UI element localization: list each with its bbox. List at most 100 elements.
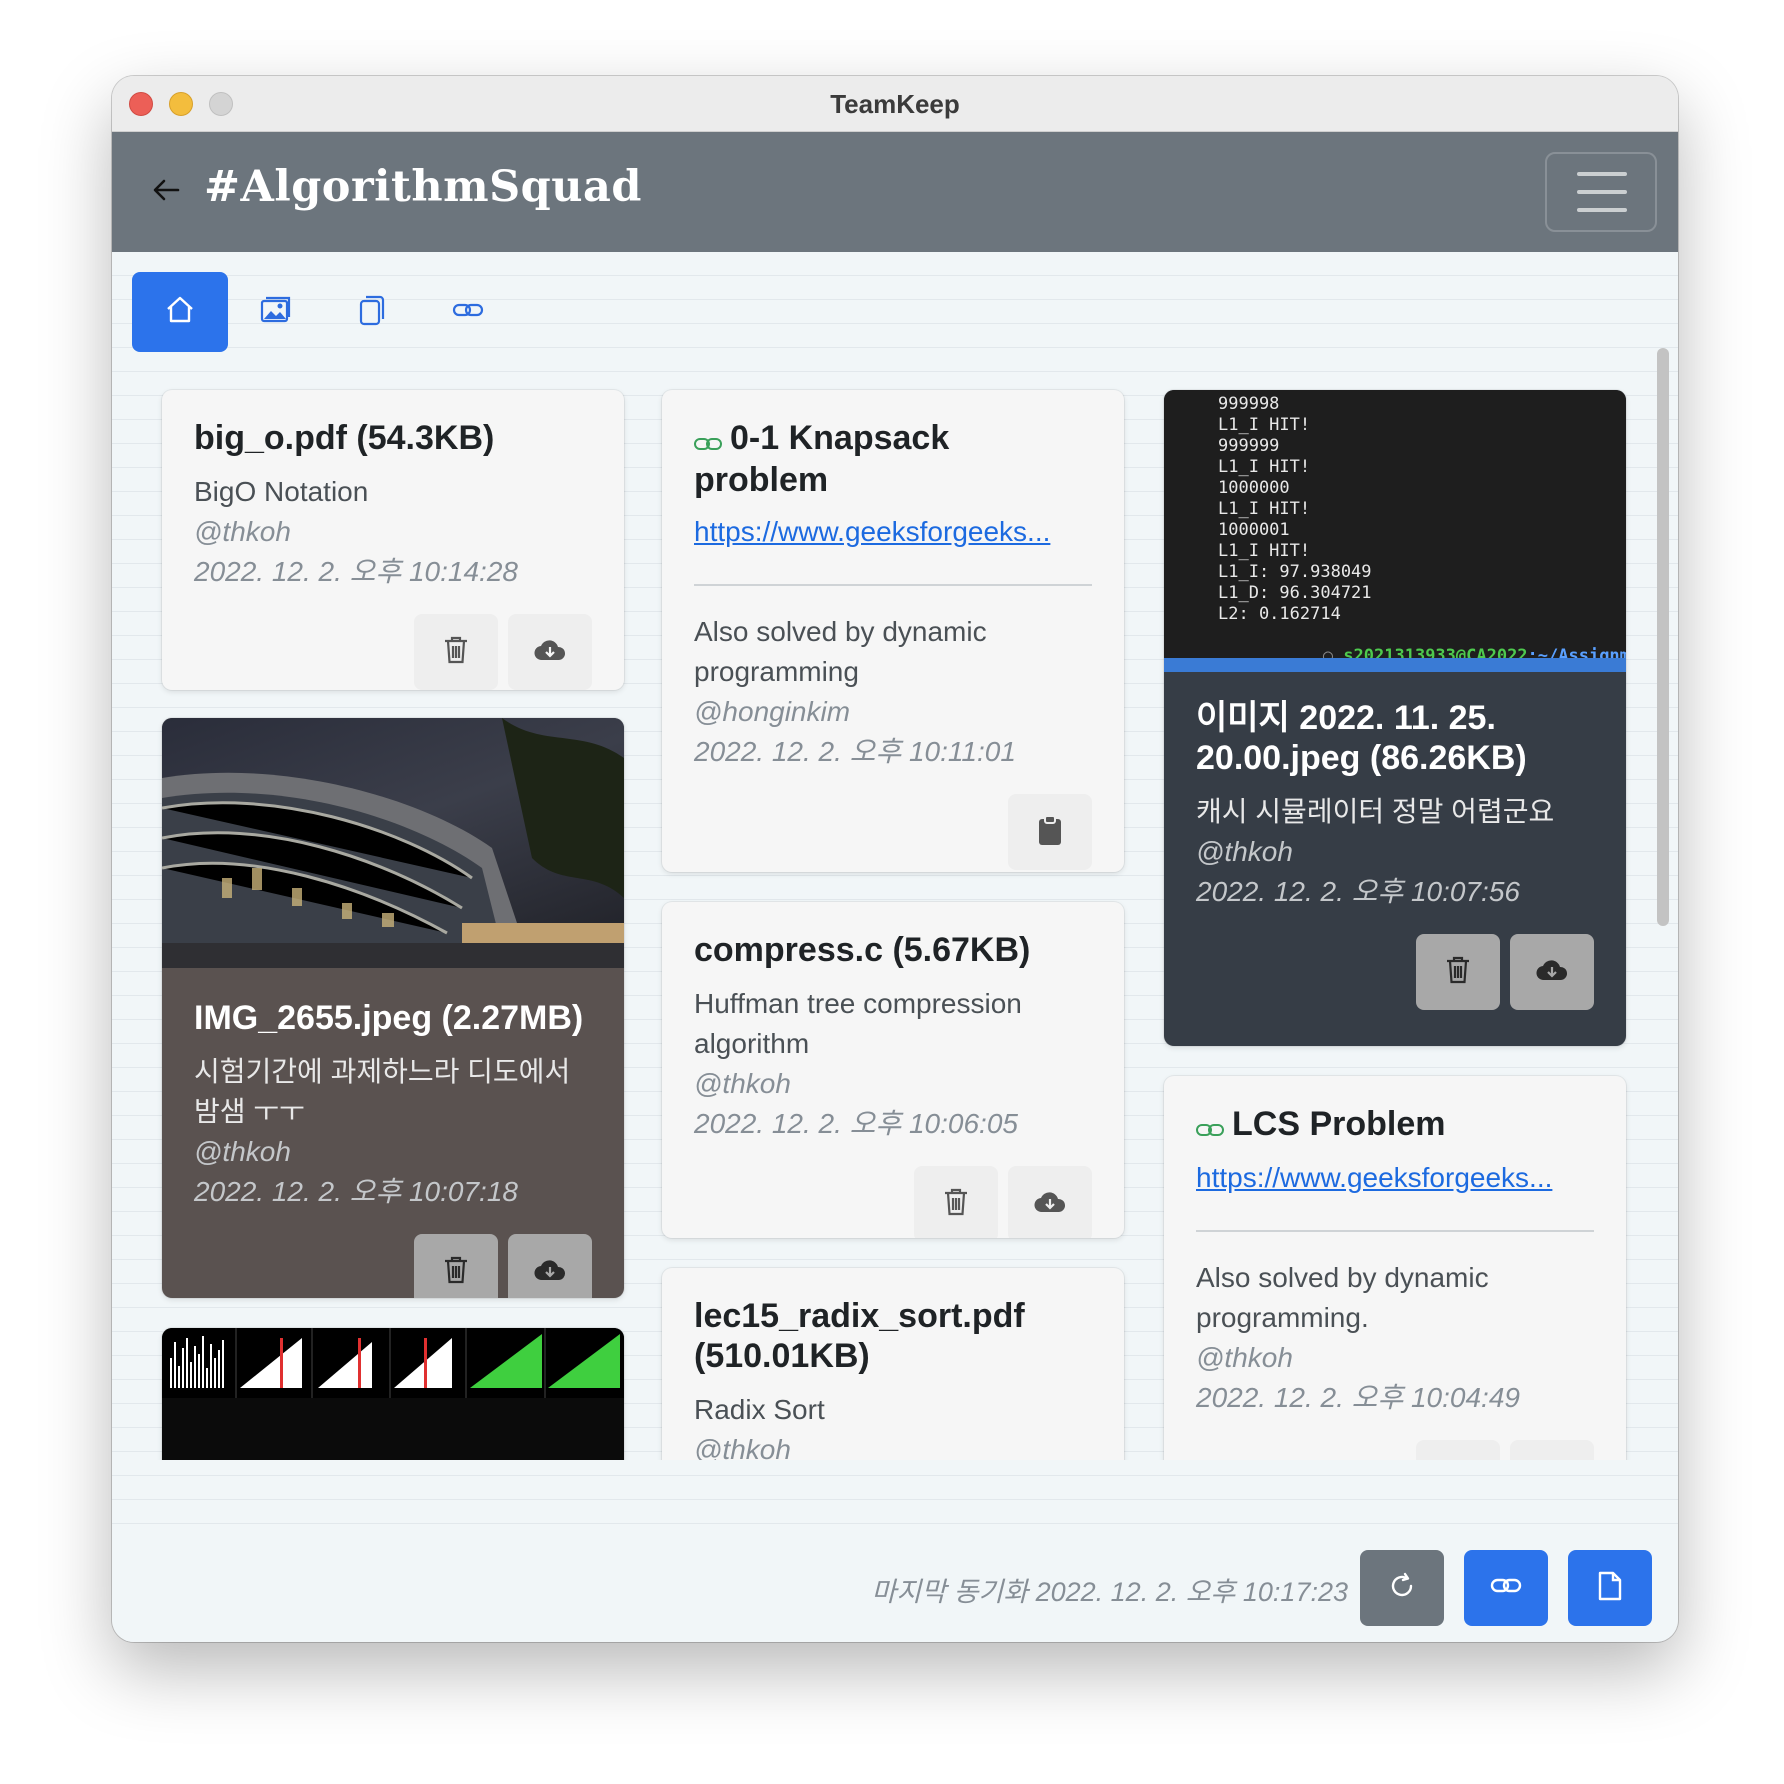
card-author: @honginkim [694,696,851,728]
card-author: @thkoh [694,1068,791,1099]
card-author: @thkoh [1196,1342,1293,1374]
tab-images[interactable] [228,272,324,352]
card-author: @thkoh [194,1136,291,1167]
tab-home[interactable] [132,272,228,352]
house-icon [163,293,197,332]
delete-button[interactable] [914,1166,998,1238]
image-card-sort-visualization [162,1328,624,1460]
link-url[interactable]: https://www.geeksforgeeks... [1196,1158,1594,1198]
card-description: Huffman tree compression algorithm [694,988,1022,1059]
channel-header: #AlgorithmSquad [112,132,1678,252]
card-title: 0-1 Knapsack problem [694,418,1092,500]
add-link-button[interactable] [1464,1550,1548,1626]
link-icon [451,293,485,332]
card-title: big_o.pdf (54.3KB) [194,419,495,457]
link-url[interactable]: https://www.geeksforgeeks... [694,512,1092,552]
last-sync-status: 마지막 동기화 2022. 12. 2. 오후 10:17:23 [871,1577,1348,1607]
cloud-download-icon [1034,1189,1066,1220]
scrollbar[interactable] [1652,340,1674,1442]
card-timestamp: 2022. 12. 2. 오후 10:11:01 [694,736,1016,768]
sort-visualization-thumbnail[interactable] [162,1328,624,1460]
footer-bar: 마지막 동기화 2022. 12. 2. 오후 10:17:23 [112,1530,1678,1642]
download-button[interactable] [1510,934,1594,1010]
download-button[interactable] [1008,1166,1092,1238]
image-card-cache-screenshot: 999998 L1_I HIT! 999999 L1_I HIT! 1000000 L1_… [1164,390,1626,1046]
delete-button[interactable] [414,1234,498,1298]
link-title-text: 0-1 Knapsack problem [694,419,950,500]
cloud-download-icon [534,637,566,668]
card-timestamp: 2022. 12. 2. 오후 10:07:56 [1196,876,1520,907]
card-description: 시험기간에 과제하느라 디도에서 밤샘 ㅜㅜ [194,1056,571,1127]
image-card-img2655: IMG_2655.jpeg (2.27MB) 시험기간에 과제하느라 디도에서 … [162,718,624,1298]
images-icon [259,293,293,332]
trash-icon [942,1187,970,1222]
status-bar-strip [1164,658,1626,672]
card-description: Also solved by dynamic programming. [1196,1262,1489,1334]
terminal-output: 999998 L1_I HIT! 999999 L1_I HIT! 1000000 L1_… [1218,394,1626,625]
copy-link-button[interactable] [1008,794,1092,871]
card-title: LCS Problem [1196,1104,1594,1146]
terminal-line: L1_D: 96.304721 [1218,583,1372,603]
download-button[interactable] [508,1234,592,1298]
file-card-compress: compress.c (5.67KB) Huffman tree compres… [662,902,1124,1238]
link-title-text: LCS Problem [1232,1105,1446,1143]
app-window: TeamKeep #AlgorithmSquad big_o.pdf (54.3… [112,76,1678,1642]
terminal-line: 999998 [1218,394,1280,414]
add-file-button[interactable] [1568,1550,1652,1626]
card-author: @thkoh [1196,836,1293,867]
card-title: lec15_radix_sort.pdf (510.01KB) [694,1297,1025,1375]
link-icon [694,420,722,460]
terminal-line: 1000000 [1218,478,1290,498]
card-timestamp: 2022. 12. 2. 오후 10:06:05 [694,1108,1018,1139]
main-content: big_o.pdf (54.3KB) BigO Notation @thkoh … [112,252,1678,1530]
card-description: Radix Sort [694,1394,825,1425]
terminal-screenshot[interactable]: 999998 L1_I HIT! 999999 L1_I HIT! 1000000 L1_… [1164,390,1626,672]
scrollbar-thumb[interactable] [1657,348,1669,926]
window-title: TeamKeep [830,89,960,119]
terminal-line: 999999 [1218,436,1280,456]
cloud-download-icon [534,1257,566,1288]
card-author: @thkoh [194,516,291,547]
card-description: Also solved by dynamic programming [694,616,987,688]
card-description: BigO Notation [194,476,369,507]
card-title: compress.c (5.67KB) [694,931,1031,969]
copy-link-button[interactable] [1510,1440,1594,1460]
channel-title: #AlgorithmSquad [204,162,642,212]
card-title: IMG_2655.jpeg (2.27MB) [194,999,584,1037]
card-title: 이미지 2022. 11. 25. 20.00.jpeg (86.26KB) [1196,699,1527,777]
card-description: 캐시 시뮬레이터 정말 어렵군요 [1196,796,1555,827]
trash-icon [1444,955,1472,990]
trash-icon [442,1255,470,1290]
terminal-line: L1_I HIT! [1218,415,1311,435]
tab-files[interactable] [324,272,420,352]
refresh-icon [1387,1571,1417,1606]
link-icon [1196,1106,1224,1146]
trash-icon [442,635,470,670]
title-bar: TeamKeep [112,76,1678,132]
card-timestamp: 2022. 12. 2. 오후 10:07:18 [194,1176,518,1207]
clipboard-icon [1036,814,1064,851]
tab-links[interactable] [420,272,516,352]
terminal-line: L1_I HIT! [1218,499,1311,519]
terminal-line: 1000001 [1218,520,1290,540]
terminal-line: L2: 0.162714 [1218,604,1341,624]
arrow-left-icon[interactable] [148,170,188,210]
delete-button[interactable] [1416,934,1500,1010]
hamburger-icon[interactable] [1545,152,1657,232]
download-button[interactable] [508,614,592,690]
link-card-lcs: LCS Problem https://www.geeksforgeeks...… [1164,1076,1626,1460]
file-card-radix-sort: lec15_radix_sort.pdf (510.01KB) Radix So… [662,1268,1124,1460]
delete-button[interactable] [414,614,498,690]
terminal-line: L1_I HIT! [1218,541,1311,561]
cloud-download-icon [1536,957,1568,988]
terminal-line: L1_I HIT! [1218,457,1311,477]
card-timestamp: 2022. 12. 2. 오후 10:04:49 [1196,1382,1520,1414]
file-icon [1597,1570,1623,1607]
building-photo[interactable] [162,718,624,968]
divider [1196,1230,1594,1233]
terminal-line: L1_I: 97.938049 [1218,562,1372,582]
sync-button[interactable] [1360,1550,1444,1626]
delete-button[interactable] [1416,1440,1500,1460]
card-author: @thkoh [694,1434,791,1460]
divider [694,584,1092,587]
